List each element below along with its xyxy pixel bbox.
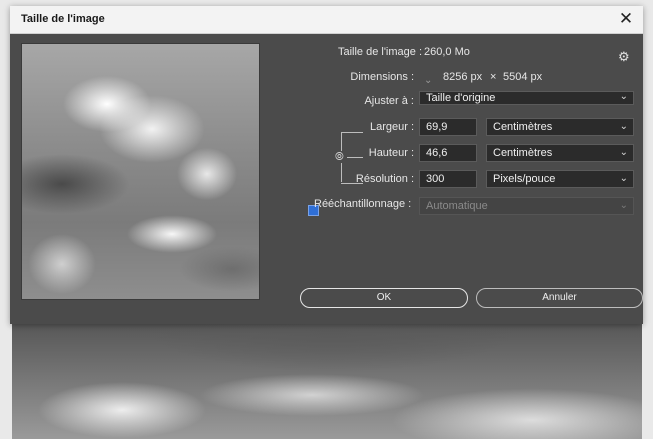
resample-label: Rééchantillonnage : [314, 198, 412, 210]
constraint-bracket [341, 132, 363, 133]
chevron-down-icon: ⌄ [619, 147, 628, 158]
height-input[interactable]: 46,6 [419, 144, 477, 162]
dimensions-height: 5504 px [503, 71, 543, 83]
image-size-value: 260,0 Mo [424, 46, 470, 58]
width-unit-value: Centimètres [493, 121, 553, 133]
fit-to-label: Ajuster à : [364, 95, 414, 107]
height-unit-select[interactable]: Centimètres ⌄ [486, 144, 634, 162]
resample-method-select[interactable]: Automatique ⌄ [419, 197, 634, 215]
image-size-label: Taille de l'image : [337, 46, 422, 58]
chevron-down-icon: ⌄ [619, 121, 628, 132]
fit-to-select[interactable]: Taille d'origine ⌄ [419, 91, 634, 105]
resolution-unit-select[interactable]: Pixels/pouce ⌄ [486, 170, 634, 188]
image-preview[interactable] [21, 43, 260, 300]
resolution-input[interactable]: 300 [419, 170, 477, 188]
title-bar: Taille de l'image ✕ [10, 6, 643, 34]
close-icon[interactable]: ✕ [615, 9, 637, 29]
height-label: Hauteur : [368, 147, 414, 159]
image-size-dialog: Taille de l'image ✕ Taille de l'image : … [10, 6, 643, 324]
dimensions-width: 8256 px [443, 71, 483, 83]
ok-button[interactable]: OK [300, 288, 468, 308]
gear-icon[interactable]: ⚙ [618, 49, 630, 65]
chevron-down-icon[interactable]: ⌄ [424, 75, 432, 86]
chevron-down-icon: ⌄ [619, 173, 628, 184]
chevron-down-icon: ⌄ [619, 200, 628, 211]
chevron-down-icon: ⌄ [619, 91, 628, 102]
width-label: Largeur : [369, 121, 414, 133]
dimensions-label: Dimensions : [350, 71, 414, 83]
cancel-button[interactable]: Annuler [476, 288, 643, 308]
fit-to-value: Taille d'origine [426, 92, 496, 104]
constraint-bracket [347, 157, 363, 158]
resolution-unit-value: Pixels/pouce [493, 173, 556, 185]
link-icon[interactable]: ⦾ [335, 151, 344, 163]
dialog-title: Taille de l'image [21, 13, 105, 25]
resample-method-value: Automatique [426, 200, 488, 212]
dimensions-separator: × [490, 71, 497, 83]
width-unit-select[interactable]: Centimètres ⌄ [486, 118, 634, 136]
resolution-label: Résolution : [355, 173, 414, 185]
height-unit-value: Centimètres [493, 147, 553, 159]
width-input[interactable]: 69,9 [419, 118, 477, 136]
